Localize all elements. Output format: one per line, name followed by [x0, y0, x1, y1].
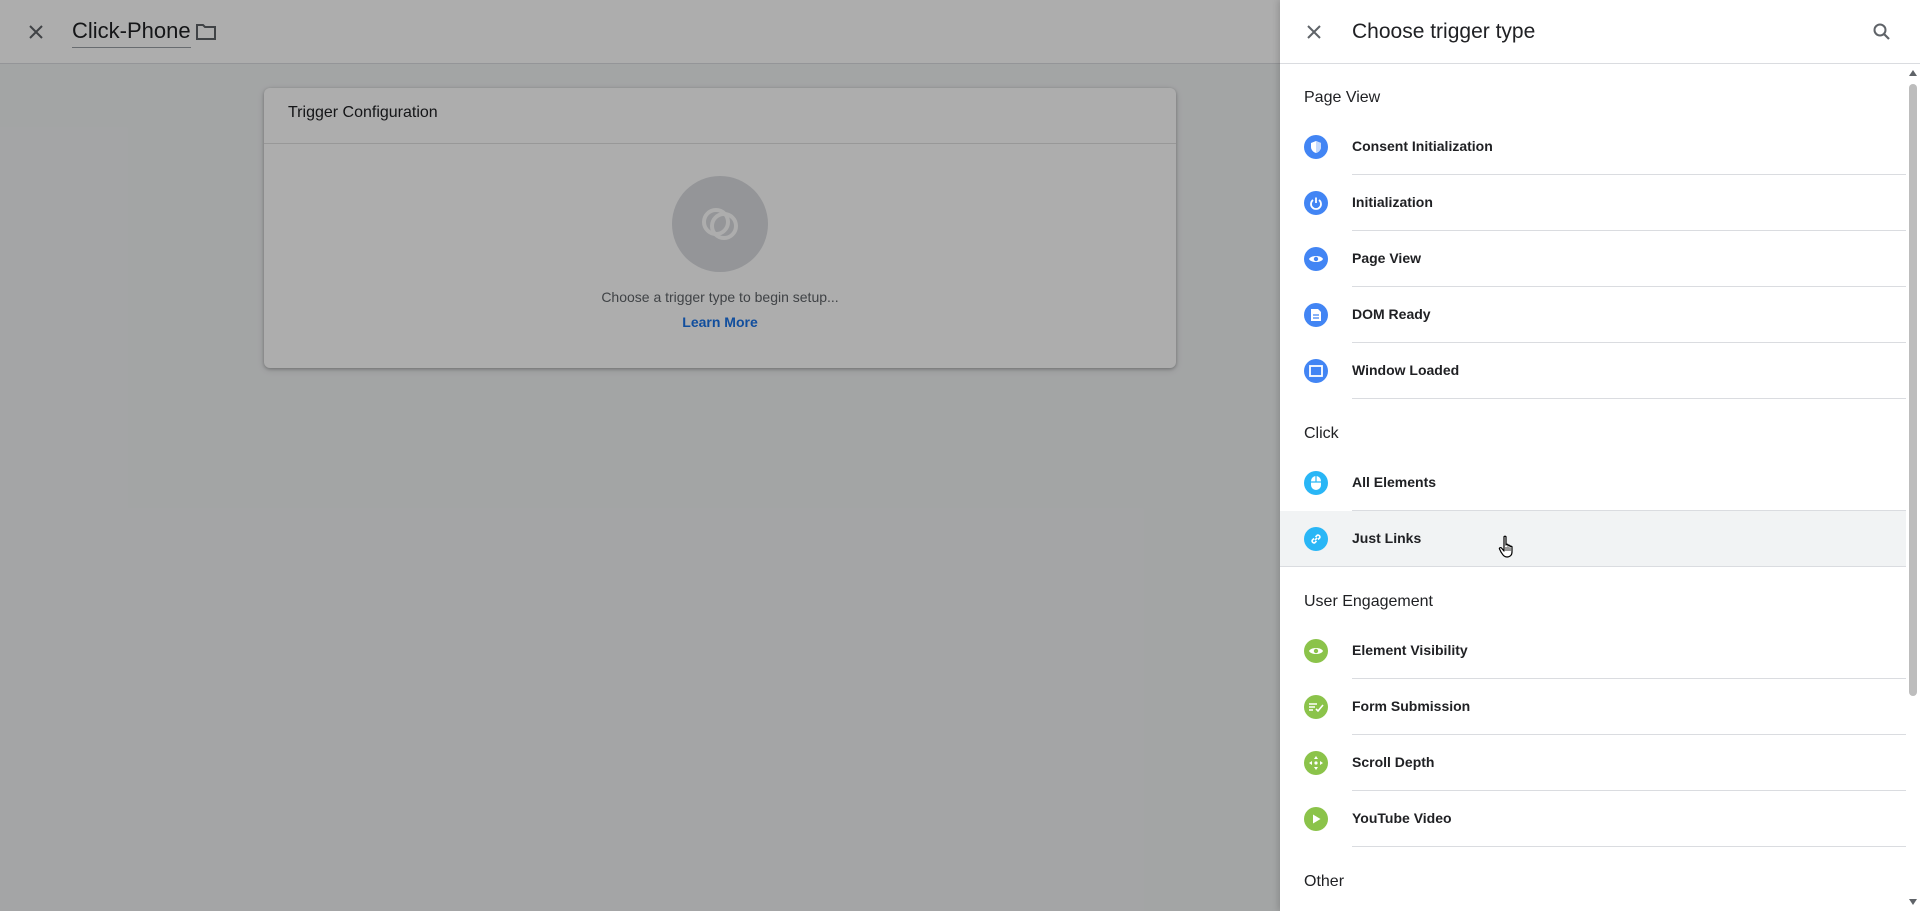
trigger-type-just-links[interactable]: Just Links [1280, 511, 1906, 567]
trigger-type-label: Consent Initialization [1352, 138, 1493, 154]
scroll-down-arrow-icon[interactable] [1909, 899, 1917, 905]
panel-title: Choose trigger type [1352, 20, 1536, 43]
trigger-type-label: YouTube Video [1352, 810, 1452, 826]
trigger-type-label: Just Links [1352, 530, 1422, 546]
scrollbar-thumb[interactable] [1909, 84, 1917, 696]
trigger-type-label: Window Loaded [1352, 362, 1460, 378]
divider [1352, 846, 1906, 847]
divider [1352, 398, 1906, 399]
power-icon [1304, 191, 1328, 215]
link-icon [1304, 527, 1328, 551]
form-check-icon [1304, 695, 1328, 719]
search-icon [1873, 23, 1890, 40]
section-heading-other: Other [1304, 873, 1345, 890]
play-icon [1304, 807, 1328, 831]
trigger-type-element-visibility[interactable]: Element Visibility [1280, 623, 1906, 679]
trigger-type-consent-initialization[interactable]: Consent Initialization [1280, 119, 1906, 175]
trigger-type-dom-ready[interactable]: DOM Ready [1280, 287, 1906, 343]
trigger-type-youtube-video[interactable]: YouTube Video [1280, 791, 1906, 847]
panel-header: Choose trigger type [1280, 0, 1920, 64]
trigger-type-list: Page View Consent Initialization Initial… [1280, 64, 1906, 911]
trigger-type-initialization[interactable]: Initialization [1280, 175, 1906, 231]
section-heading-page-view: Page View [1304, 89, 1381, 106]
divider [1280, 566, 1906, 567]
trigger-type-label: Element Visibility [1352, 642, 1468, 658]
close-icon [1307, 25, 1321, 39]
trigger-type-page-view[interactable]: Page View [1280, 231, 1906, 287]
trigger-type-all-elements[interactable]: All Elements [1280, 455, 1906, 511]
search-button[interactable] [1866, 16, 1898, 48]
move-icon [1304, 751, 1328, 775]
close-panel-button[interactable] [1298, 16, 1330, 48]
document-icon [1304, 303, 1328, 327]
trigger-type-label: All Elements [1352, 474, 1437, 490]
choose-trigger-type-panel: Choose trigger type Page View Consent In… [1280, 0, 1920, 911]
section-heading-click: Click [1304, 425, 1339, 442]
trigger-type-label: Scroll Depth [1352, 754, 1435, 770]
trigger-type-label: DOM Ready [1352, 306, 1431, 322]
modal-scrim[interactable] [0, 0, 1280, 911]
mouse-icon [1304, 471, 1328, 495]
trigger-type-window-loaded[interactable]: Window Loaded [1280, 343, 1906, 399]
trigger-type-form-submission[interactable]: Form Submission [1280, 679, 1906, 735]
trigger-editor: Click-Phone Trigger Configuration Choose… [0, 0, 1280, 911]
eye-icon [1304, 247, 1328, 271]
window-icon [1304, 359, 1328, 383]
eye-icon [1304, 639, 1328, 663]
shield-icon [1304, 135, 1328, 159]
section-heading-user-engagement: User Engagement [1304, 593, 1433, 610]
trigger-type-scroll-depth[interactable]: Scroll Depth [1280, 735, 1906, 791]
panel-scrollbar[interactable] [1906, 64, 1920, 911]
scroll-up-arrow-icon[interactable] [1909, 70, 1917, 76]
trigger-type-label: Initialization [1352, 194, 1433, 210]
hand-pointer-cursor-icon [1498, 535, 1513, 558]
trigger-type-label: Page View [1352, 250, 1422, 266]
trigger-type-label: Form Submission [1352, 698, 1471, 714]
